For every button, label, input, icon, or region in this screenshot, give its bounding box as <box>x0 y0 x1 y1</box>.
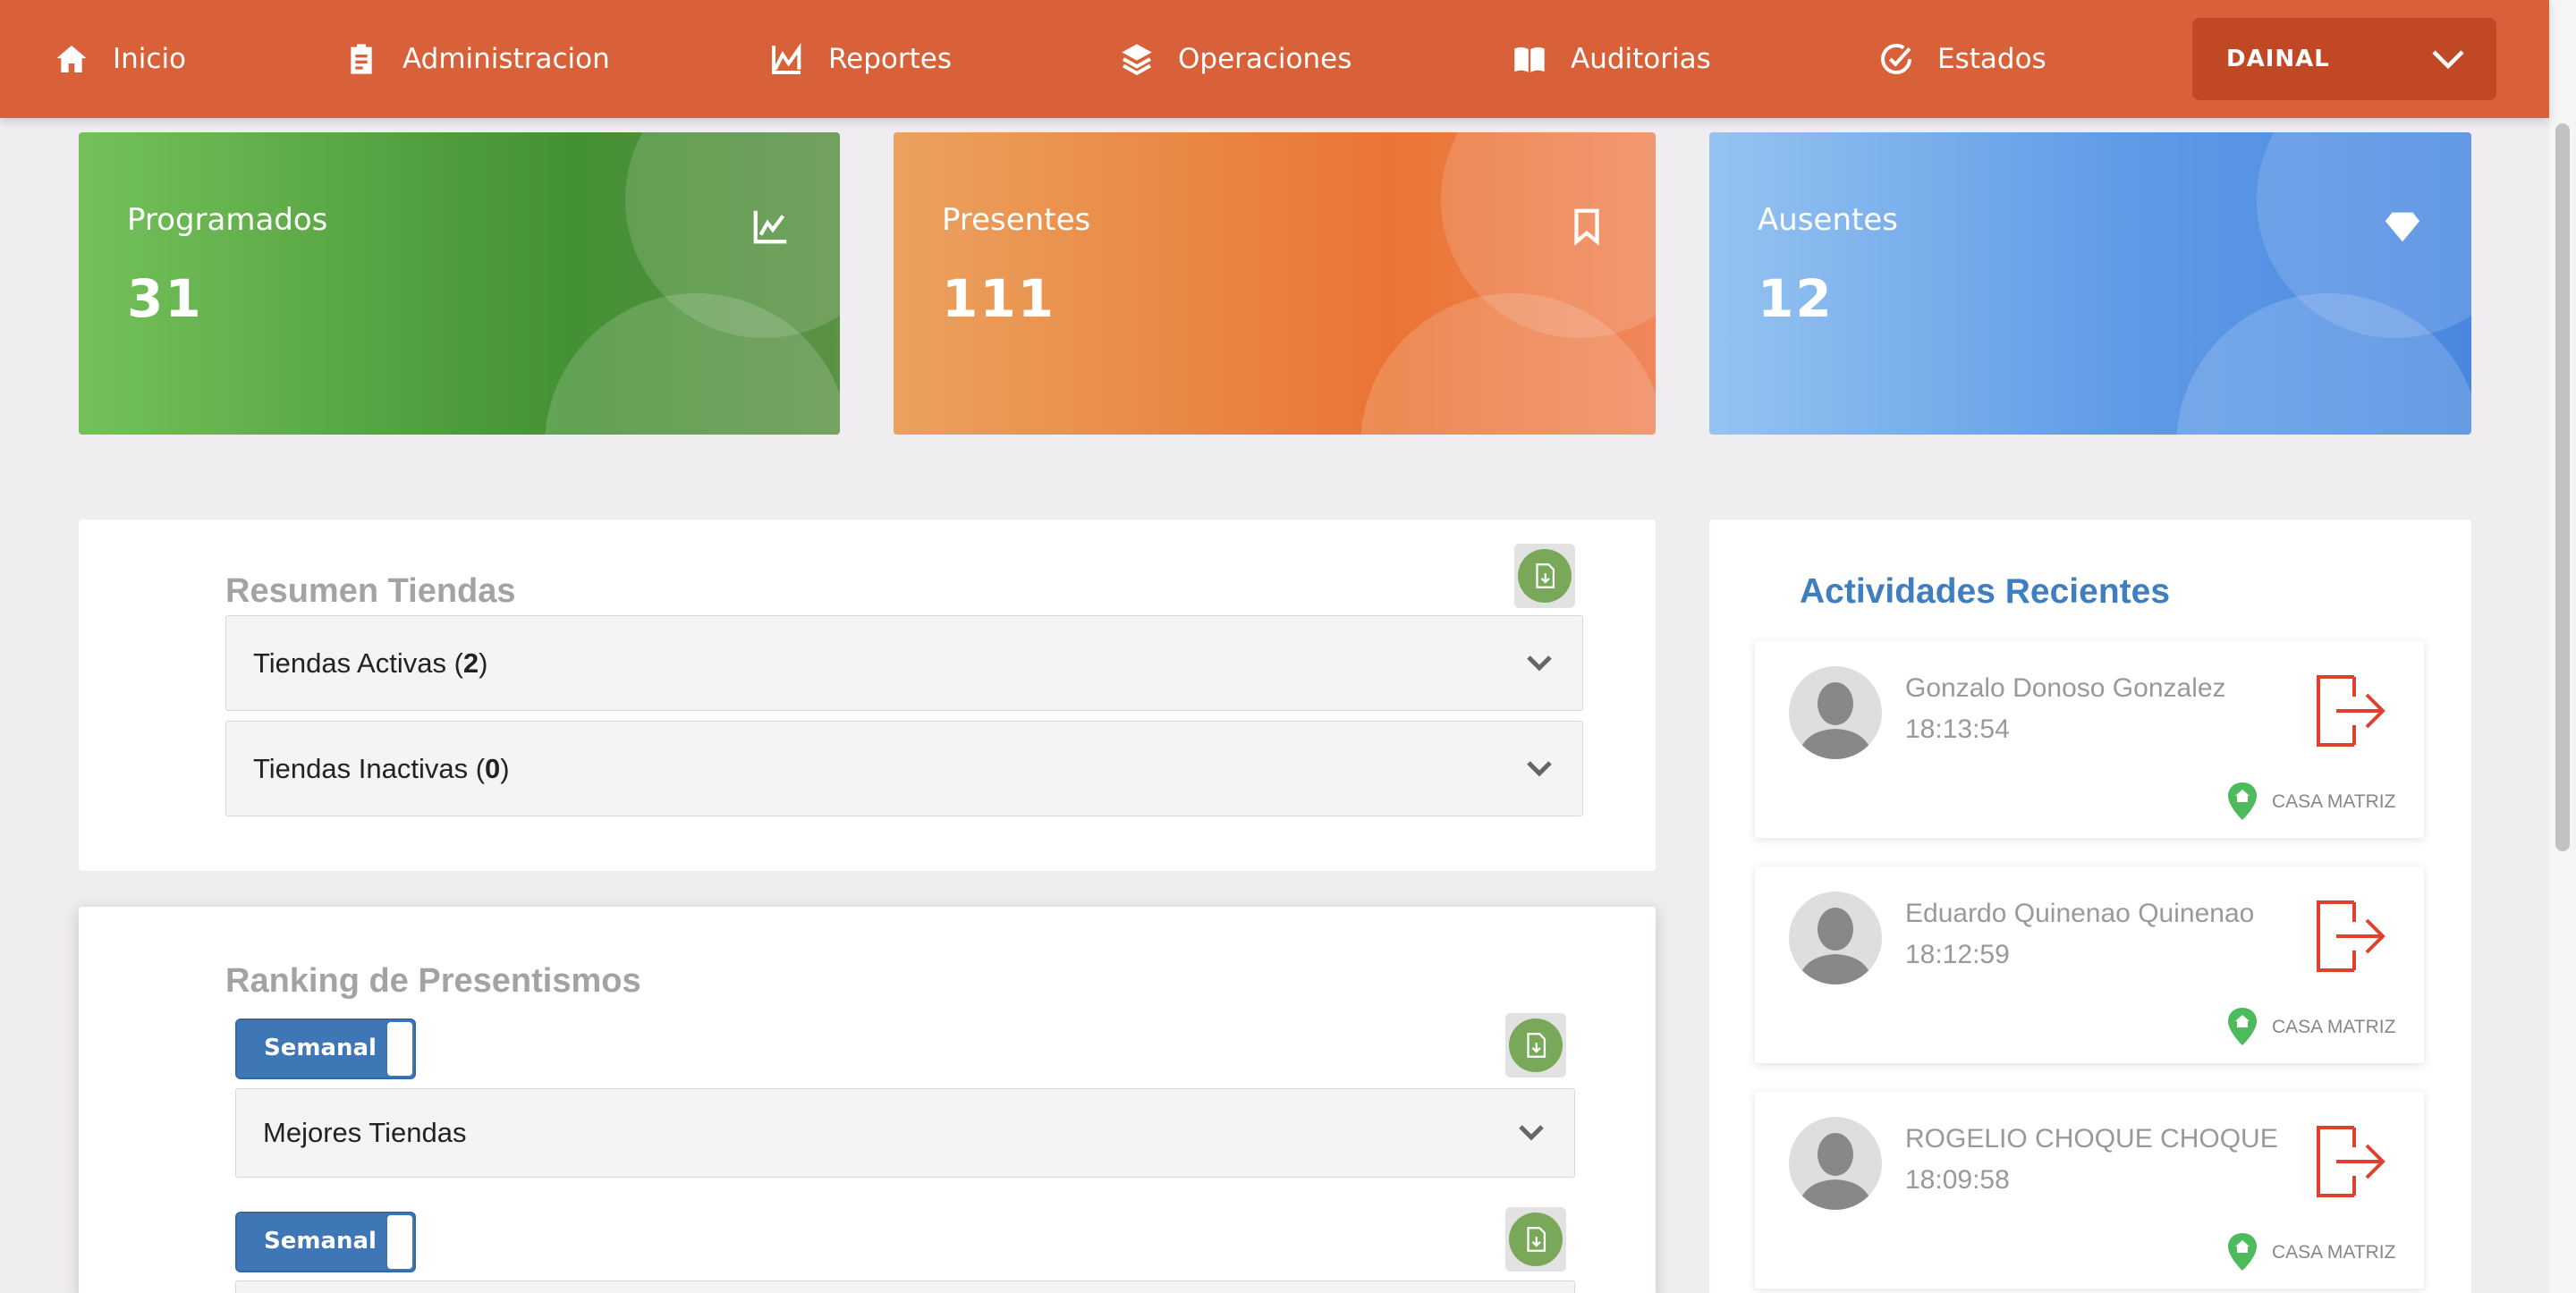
check-circle-icon <box>1881 43 1911 74</box>
chart-area-icon <box>772 42 801 74</box>
xls-file-icon <box>1527 1033 1546 1058</box>
line-chart-icon <box>753 210 787 244</box>
stat-card-ausentes: Ausentes 12 <box>1709 132 2471 435</box>
nav-label: Estados <box>1937 43 2046 75</box>
nav-label: Inicio <box>113 43 187 75</box>
stat-value: 111 <box>942 268 1056 329</box>
user-menu-button[interactable]: DAINAL <box>2192 18 2496 100</box>
chevron-down-icon <box>1527 655 1552 672</box>
bookmark-icon <box>1574 208 1599 246</box>
nav-operaciones[interactable]: Operaciones <box>1119 0 1352 118</box>
stat-value: 12 <box>1758 268 1834 329</box>
nav-administracion[interactable]: Administracion <box>343 0 610 118</box>
activity-time: 18:12:59 <box>1905 940 2010 969</box>
stat-card-programados: Programados 31 <box>79 132 840 435</box>
chevron-down-icon <box>1519 1125 1544 1141</box>
activity-time: 18:13:54 <box>1905 714 2010 744</box>
layers-icon <box>1122 44 1152 76</box>
avatar <box>1789 892 1882 985</box>
location-pin-icon <box>2228 1233 2257 1271</box>
resumen-tiendas-title: Resumen Tiendas <box>225 572 516 610</box>
accordion-paren: ) <box>479 646 488 679</box>
xls-file-icon <box>1536 563 1555 588</box>
avatar <box>1789 1117 1882 1210</box>
activity-name: Gonzalo Donoso Gonzalez <box>1905 673 2226 703</box>
top-navbar: Inicio Administracion Reportes Operacion… <box>0 0 2549 118</box>
book-open-icon <box>1514 46 1545 72</box>
accordion-count: 0 <box>485 752 501 784</box>
peores-tiendas-accordion[interactable] <box>235 1280 1575 1293</box>
accordion-label: Tiendas Activas ( <box>253 646 463 679</box>
export-xls-button[interactable] <box>1514 544 1575 608</box>
stat-label: Programados <box>127 202 328 238</box>
activity-location: CASA MATRIZ <box>2272 1242 2396 1263</box>
avatar <box>1789 666 1882 759</box>
location-pin-icon <box>2228 1008 2257 1045</box>
tiendas-inactivas-accordion[interactable]: Tiendas Inactivas (0) <box>225 721 1583 816</box>
tiendas-activas-accordion[interactable]: Tiendas Activas (2) <box>225 615 1583 711</box>
activity-name: ROGELIO CHOQUE CHOQUE <box>1905 1124 2278 1154</box>
semanal-toggle[interactable]: Semanal <box>235 1212 416 1272</box>
clipboard-icon <box>351 44 372 74</box>
chevron-down-icon <box>1527 760 1552 777</box>
scrollbar-thumb[interactable] <box>2555 123 2570 851</box>
toggle-label: Semanal <box>264 1035 377 1061</box>
diamond-icon <box>2385 212 2420 242</box>
ranking-title: Ranking de Presentismos <box>225 962 641 1000</box>
mejores-tiendas-accordion[interactable]: Mejores Tiendas <box>235 1088 1575 1178</box>
semanal-toggle[interactable]: Semanal <box>235 1018 416 1079</box>
exit-icon[interactable] <box>2315 899 2386 974</box>
activity-item: Eduardo Quinenao Quinenao 18:12:59 CASA … <box>1755 866 2424 1063</box>
location-pin-icon <box>2228 782 2257 820</box>
home-icon <box>56 46 87 72</box>
stat-value: 31 <box>127 268 203 329</box>
stat-card-presentes: Presentes 111 <box>894 132 1656 435</box>
accordion-label: Tiendas Inactivas ( <box>253 752 486 784</box>
accordion-count: 2 <box>462 646 479 679</box>
export-xls-button[interactable] <box>1505 1013 1566 1078</box>
xls-file-icon <box>1527 1227 1546 1252</box>
nav-estados[interactable]: Estados <box>1878 0 2046 118</box>
export-xls-button[interactable] <box>1505 1207 1566 1272</box>
toggle-label: Semanal <box>264 1228 377 1255</box>
nav-inicio[interactable]: Inicio <box>54 0 186 118</box>
accordion-paren: ) <box>500 752 510 784</box>
nav-label: Administracion <box>402 43 610 75</box>
nav-label: Reportes <box>828 43 952 75</box>
exit-icon[interactable] <box>2315 673 2386 748</box>
stat-label: Presentes <box>942 202 1091 238</box>
nav-label: Operaciones <box>1178 43 1352 75</box>
activity-time: 18:09:58 <box>1905 1165 2010 1195</box>
nav-reportes[interactable]: Reportes <box>769 0 952 118</box>
user-name: DAINAL <box>2226 46 2330 72</box>
exit-icon[interactable] <box>2315 1124 2386 1199</box>
nav-label: Auditorias <box>1571 43 1711 75</box>
activity-location: CASA MATRIZ <box>2272 1017 2396 1037</box>
activity-item: ROGELIO CHOQUE CHOQUE 18:09:58 CASA MATR… <box>1755 1092 2424 1289</box>
activity-item: Gonzalo Donoso Gonzalez 18:13:54 CASA MA… <box>1755 641 2424 838</box>
nav-auditorias[interactable]: Auditorias <box>1512 0 1711 118</box>
activity-location: CASA MATRIZ <box>2272 791 2396 812</box>
accordion-label: Mejores Tiendas <box>263 1117 467 1148</box>
actividades-title: Actividades Recientes <box>1800 572 2171 611</box>
chevron-down-icon <box>2432 50 2464 70</box>
stat-label: Ausentes <box>1758 202 1898 238</box>
activity-name: Eduardo Quinenao Quinenao <box>1905 899 2255 928</box>
